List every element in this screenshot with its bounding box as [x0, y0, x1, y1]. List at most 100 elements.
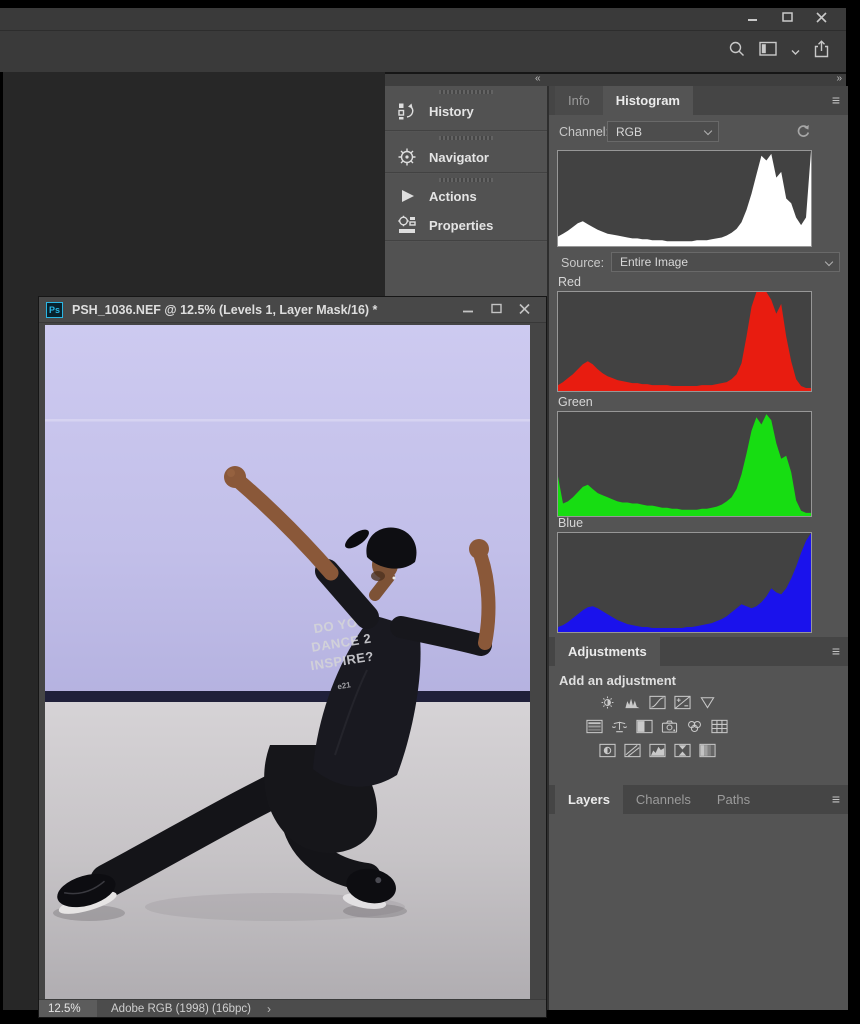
channel-mixer-icon[interactable]: [686, 719, 704, 734]
photo-canvas[interactable]: DO YOU DANCE 2 INSPIRE? e21: [45, 325, 530, 1001]
sidebar-item-navigator[interactable]: Navigator: [385, 140, 547, 176]
doc-minimize-button[interactable]: [463, 301, 474, 319]
source-label: Source:: [561, 256, 604, 270]
dock-group-actions-properties: Actions Properties: [385, 174, 547, 240]
doc-close-button[interactable]: [519, 301, 530, 319]
layers-panel: Layers Channels Paths ≡: [549, 785, 848, 1010]
tab-channels[interactable]: Channels: [623, 785, 704, 814]
dancer-photo: DO YOU DANCE 2 INSPIRE? e21: [45, 325, 530, 1001]
dock-item-label: Actions: [429, 189, 477, 204]
options-bar: [0, 30, 846, 72]
color-profile-label: Adobe RGB (1998) (16bpc): [111, 1003, 251, 1015]
channel-label: Channel:: [559, 125, 609, 139]
sidebar-item-history[interactable]: History: [385, 94, 547, 130]
threshold-icon[interactable]: [648, 743, 666, 758]
share-icon[interactable]: [813, 40, 830, 63]
dock-item-label: Navigator: [429, 150, 489, 165]
layers-panel-body[interactable]: [549, 814, 848, 1010]
vibrance-icon[interactable]: [698, 695, 716, 710]
black-white-icon[interactable]: [636, 719, 654, 734]
document-titlebar[interactable]: Ps PSH_1036.NEF @ 12.5% (Levels 1, Layer…: [39, 297, 546, 323]
tab-adjustments[interactable]: Adjustments: [555, 637, 660, 666]
invert-icon[interactable]: [598, 743, 616, 758]
color-balance-icon[interactable]: [611, 719, 629, 734]
dancer-left-fist: [224, 466, 246, 488]
channel-select-value: RGB: [616, 125, 642, 139]
expand-dock-icon[interactable]: »: [836, 73, 841, 84]
dock-item-label: Properties: [429, 218, 493, 233]
refresh-histogram-icon[interactable]: [795, 123, 811, 139]
adjustments-panel: Adjustments ≡ Add an adjustment: [549, 637, 848, 785]
tab-paths[interactable]: Paths: [704, 785, 763, 814]
document-status-bar: 12.5% Adobe RGB (1998) (16bpc) ›: [39, 999, 546, 1017]
red-channel-label: Red: [558, 275, 581, 289]
dock-group-history: History: [385, 86, 547, 130]
collapse-dock-icon[interactable]: «: [535, 73, 540, 84]
app-minimize-button[interactable]: [740, 10, 766, 27]
histogram-panel-body: Channel: RGB Source: Entire Image Red Gr…: [549, 115, 848, 637]
photo-filter-icon[interactable]: [661, 719, 679, 734]
dock-collapse-strip: « »: [385, 72, 846, 86]
app-close-button[interactable]: [808, 10, 834, 27]
adjustments-panel-body: Add an adjustment: [549, 666, 848, 785]
panel-dock: Info Histogram ≡ Channel: RGB Source: En…: [547, 86, 848, 1010]
app-window-controls: [740, 10, 834, 27]
workspace-switcher-icon[interactable]: [759, 41, 778, 62]
doc-maximize-button[interactable]: [491, 301, 502, 319]
app-titlebar[interactable]: [0, 8, 846, 30]
channel-select[interactable]: RGB: [607, 121, 719, 142]
histogram-panel-tabs: Info Histogram ≡: [549, 86, 848, 115]
exposure-icon[interactable]: [673, 695, 691, 710]
add-adjustment-heading: Add an adjustment: [559, 673, 676, 688]
app-maximize-button[interactable]: [774, 10, 800, 27]
color-lookup-icon[interactable]: [711, 719, 729, 734]
selective-color-icon[interactable]: [673, 743, 691, 758]
maximize-icon: [782, 10, 793, 28]
close-icon: [816, 10, 827, 28]
chevron-down-icon: [704, 127, 712, 135]
wall-tape-line: [45, 419, 530, 422]
source-select-value: Entire Image: [620, 255, 688, 269]
dock-divider: [385, 240, 547, 242]
tab-histogram[interactable]: Histogram: [603, 86, 693, 115]
dancer-right-fist: [469, 539, 489, 559]
adjustment-row: [551, 719, 763, 734]
brightness-contrast-icon[interactable]: [598, 695, 616, 710]
panel-menu-icon[interactable]: ≡: [832, 791, 840, 807]
source-select[interactable]: Entire Image: [611, 252, 840, 272]
document-window: Ps PSH_1036.NEF @ 12.5% (Levels 1, Layer…: [38, 296, 547, 1018]
curves-icon[interactable]: [648, 695, 666, 710]
dancer-right-arm: [481, 557, 488, 643]
tab-layers[interactable]: Layers: [555, 785, 623, 814]
hue-saturation-icon[interactable]: [586, 719, 604, 734]
photoshop-file-icon: Ps: [46, 302, 63, 318]
blue-channel-label: Blue: [558, 516, 583, 530]
gradient-map-icon[interactable]: [698, 743, 716, 758]
layers-panel-tabs: Layers Channels Paths ≡: [549, 785, 848, 814]
histogram-panel: Info Histogram ≡ Channel: RGB Source: En…: [549, 86, 848, 637]
posterize-icon[interactable]: [623, 743, 641, 758]
zoom-level-value: 12.5%: [48, 1003, 81, 1015]
photoshop-screen: « » History Navigator Actions: [0, 0, 860, 1024]
chevron-down-icon[interactable]: [791, 43, 800, 61]
panel-menu-icon[interactable]: ≡: [832, 643, 840, 659]
levels-icon[interactable]: [623, 695, 641, 710]
chevron-down-icon: [825, 258, 833, 266]
zoom-level-field[interactable]: 12.5%: [39, 1000, 97, 1017]
red-histogram-chart: [557, 291, 812, 392]
document-window-controls: [463, 301, 530, 319]
adjustments-panel-tabs: Adjustments ≡: [549, 637, 848, 666]
search-icon[interactable]: [728, 40, 746, 63]
panel-menu-icon[interactable]: ≡: [832, 92, 840, 108]
green-histogram-chart: [557, 411, 812, 517]
rgb-histogram-chart: [557, 150, 812, 247]
navigator-icon: [396, 147, 418, 167]
adjustment-row: [551, 743, 763, 758]
status-options-chevron[interactable]: ›: [267, 1002, 271, 1016]
tab-info[interactable]: Info: [555, 86, 603, 115]
properties-icon: [396, 215, 418, 235]
green-channel-label: Green: [558, 395, 593, 409]
sidebar-item-properties[interactable]: Properties: [385, 211, 547, 240]
sidebar-item-actions[interactable]: Actions: [385, 182, 547, 211]
actions-icon: [396, 186, 418, 206]
